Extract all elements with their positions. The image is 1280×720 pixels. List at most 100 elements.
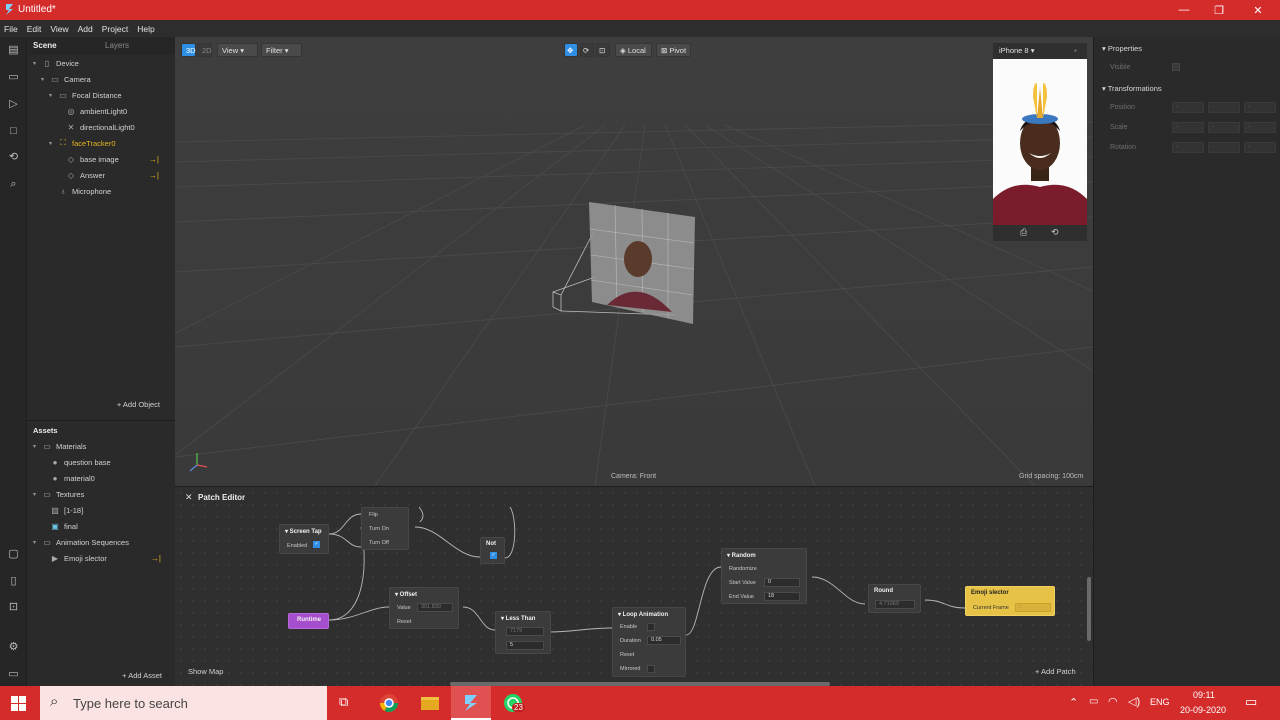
video-icon[interactable]: ▭ (6, 70, 21, 85)
patch-loop-animation[interactable]: ▾ Loop Animation Enable Duration 0.05 Re… (612, 607, 686, 677)
asset-folder-materials[interactable]: ▾ ▭ Materials (33, 439, 86, 453)
patch-editor[interactable]: ✕ Patch Editor ▾ Screen Tap Enabled ✓ Fl… (175, 486, 1093, 686)
asset-item-final[interactable]: ▣ final (41, 519, 78, 533)
wifi-icon[interactable]: ◠ (1108, 695, 1118, 708)
visible-checkbox[interactable] (1172, 63, 1180, 71)
vertical-scrollbar[interactable] (1087, 577, 1091, 641)
viewport[interactable]: 3D 2D View ▾ Filter ▾ ✥ ⟳ ⊡ ◈ Local ⊠ Pi… (175, 37, 1093, 486)
camera-switch-icon[interactable]: ⎙ (1020, 227, 1027, 238)
task-view-icon[interactable]: ⧉ (339, 694, 348, 710)
patch-screen-tap[interactable]: ▾ Screen Tap Enabled ✓ (279, 524, 329, 554)
windows-start-icon[interactable] (11, 696, 26, 711)
chrome-icon[interactable] (379, 693, 399, 713)
menu-help[interactable]: Help (137, 24, 154, 34)
random-start-field[interactable]: 0 (764, 578, 800, 587)
properties-title[interactable]: ▾ Properties (1102, 44, 1142, 53)
scale-z-field[interactable]: - (1244, 122, 1276, 133)
add-object-button[interactable]: + Add Object (28, 400, 175, 409)
menu-add[interactable]: Add (78, 24, 93, 34)
loop-enable-checkbox[interactable] (647, 623, 655, 631)
refresh-icon[interactable]: ⟲ (6, 150, 21, 165)
menu-edit[interactable]: Edit (27, 24, 42, 34)
clock-date[interactable]: 20-09-2020 (1180, 705, 1226, 715)
view-dropdown[interactable]: View ▾ (217, 43, 258, 57)
scene-layout-icon[interactable]: ▤ (6, 43, 21, 58)
device-preview-icon[interactable]: ▯ (6, 574, 21, 589)
patch-link-icon[interactable]: →| (151, 554, 161, 563)
mode-2d-button[interactable]: 2D (197, 43, 212, 57)
bug-icon[interactable]: ⚙ (6, 640, 21, 655)
round-value-field[interactable]: 4.71069 (875, 600, 915, 609)
show-hidden-icons-icon[interactable]: ⌃ (1069, 696, 1078, 709)
volume-icon[interactable]: ◁) (1128, 695, 1140, 708)
asset-item-emoji-selector[interactable]: ▶ Emoji slector →| (41, 551, 169, 565)
tab-scene[interactable]: Scene (33, 41, 57, 50)
position-y-field[interactable]: - (1208, 102, 1240, 113)
stop-icon[interactable]: □ (6, 124, 21, 139)
tree-item-face-tracker[interactable]: ▾ ⛶ faceTracker0 (49, 136, 116, 150)
scale-tool-icon[interactable]: ⊡ (596, 43, 610, 57)
pivot-toggle[interactable]: ⊠ Pivot (656, 43, 691, 57)
rotate-tool-icon[interactable]: ⟳ (580, 43, 594, 57)
patch-runtime[interactable]: Runtime (288, 613, 329, 629)
rotate-device-icon[interactable]: ⟲ (1051, 227, 1059, 238)
tree-item-ambient-light[interactable]: ◎ ambientLight0 (57, 104, 128, 118)
asset-item-question-base[interactable]: ● question base (41, 455, 111, 469)
spark-ar-taskbar-button[interactable] (451, 686, 491, 720)
tree-item-answer[interactable]: ◇ Answer →| (57, 168, 167, 182)
patch-link-icon[interactable]: →| (149, 171, 159, 180)
play-icon[interactable]: ▷ (6, 97, 21, 112)
scale-y-field[interactable]: - (1208, 122, 1240, 133)
transformations-title[interactable]: ▾ Transformations (1102, 84, 1162, 93)
maximize-button[interactable]: ❐ (1199, 0, 1239, 20)
patch-random[interactable]: ▾ Random Randomize Start Value 0 End Val… (721, 548, 807, 604)
language-indicator[interactable]: ENG (1150, 697, 1170, 707)
rotation-y-field[interactable]: - (1208, 142, 1240, 153)
offset-value-field[interactable]: 301.830 (417, 603, 453, 612)
minimize-button[interactable]: — (1164, 0, 1204, 20)
loop-mirrored-checkbox[interactable] (647, 665, 655, 673)
menu-project[interactable]: Project (102, 24, 128, 34)
asset-item-material0[interactable]: ● material0 (41, 471, 95, 485)
menu-icon[interactable]: ▪ (1074, 46, 1077, 55)
asset-folder-textures[interactable]: ▾ ▭ Textures (33, 487, 84, 501)
patch-offset[interactable]: ▾ Offset Value 301.830 Reset (389, 587, 459, 629)
clock-time[interactable]: 09:11 (1193, 690, 1215, 700)
loop-duration-field[interactable]: 0.05 (647, 636, 681, 645)
add-asset-button[interactable]: + Add Asset (28, 671, 175, 680)
tree-item-camera[interactable]: ▾ ▭ Camera (41, 72, 91, 86)
console-icon[interactable]: ▭ (6, 667, 21, 682)
enabled-checkbox[interactable]: ✓ (313, 541, 320, 548)
show-map-button[interactable]: Show Map (188, 667, 223, 676)
position-x-field[interactable]: - (1172, 102, 1204, 113)
patch-less-than[interactable]: ▾ Less Than 7179 5 (495, 611, 551, 654)
export-icon[interactable]: ⊡ (6, 600, 21, 615)
move-tool-icon[interactable]: ✥ (564, 43, 578, 57)
device-selector[interactable]: iPhone 8 ▾ (999, 46, 1034, 55)
patch-round[interactable]: Round 4.71069 (868, 584, 921, 613)
position-z-field[interactable]: - (1244, 102, 1276, 113)
random-end-field[interactable]: 18 (764, 592, 800, 601)
patch-emoji-selector[interactable]: Emoji slector Current Frame 5 (965, 586, 1055, 616)
not-checkbox[interactable]: ✓ (490, 552, 497, 559)
tree-item-focal-distance[interactable]: ▾ ▭ Focal Distance (49, 88, 122, 102)
local-toggle[interactable]: ◈ Local (615, 43, 652, 57)
menu-view[interactable]: View (50, 24, 68, 34)
asset-item-texture-sequence[interactable]: ▧ [1-18] (41, 503, 83, 517)
less-than-input-b[interactable]: 5 (506, 641, 544, 650)
mode-3d-button[interactable]: 3D (181, 43, 196, 57)
tab-layers[interactable]: Layers (105, 41, 129, 50)
scale-x-field[interactable]: - (1172, 122, 1204, 133)
rotation-x-field[interactable]: - (1172, 142, 1204, 153)
battery-icon[interactable]: ▭ (1089, 696, 1098, 707)
notifications-icon[interactable]: ▭ (1245, 694, 1257, 710)
asset-folder-animation-sequences[interactable]: ▾ ▭ Animation Sequences (33, 535, 129, 549)
tree-item-base-image[interactable]: ◇ base image →| (57, 152, 167, 166)
menu-file[interactable]: File (4, 24, 18, 34)
close-button[interactable]: ✕ (1238, 0, 1278, 20)
less-than-input-a[interactable]: 7179 (506, 627, 544, 636)
tree-item-device[interactable]: ▾ ▯ Device (33, 56, 79, 70)
patch-link-icon[interactable]: →| (149, 155, 159, 164)
tree-item-directional-light[interactable]: ✕ directionalLight0 (57, 120, 135, 134)
filter-dropdown[interactable]: Filter ▾ (261, 43, 302, 57)
